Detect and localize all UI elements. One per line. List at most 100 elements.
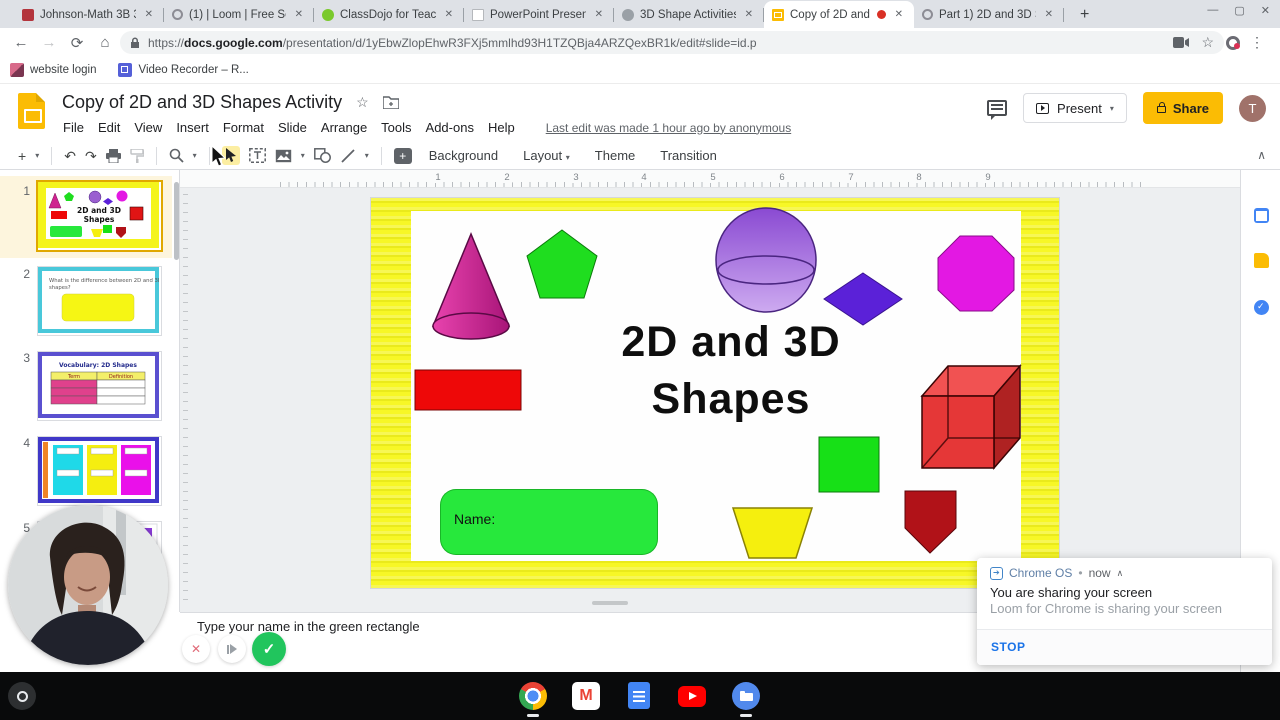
rectangle-shape[interactable] (414, 369, 522, 411)
docs-app-icon[interactable] (625, 682, 653, 710)
move-folder-icon[interactable] (382, 96, 399, 109)
zoom-icon[interactable] (169, 148, 184, 163)
browser-tab-johnson-math[interactable]: Johnson-Math 3B 3B J ✕ (14, 1, 164, 28)
gmail-app-icon[interactable]: M (572, 682, 600, 710)
menu-insert[interactable]: Insert (169, 117, 216, 138)
slide-thumbnail-1[interactable]: 2D and 3D Shapes (38, 182, 161, 250)
minimize-icon[interactable]: — (1207, 4, 1218, 17)
account-avatar[interactable]: T (1239, 94, 1266, 122)
collapse-toolbar-icon[interactable]: ∧ (1257, 148, 1266, 162)
slide-thumbnail-4[interactable] (38, 437, 161, 505)
browser-tab-part1[interactable]: Part 1) 2D and 3D Shap ✕ (914, 1, 1064, 28)
launcher-button[interactable] (8, 682, 36, 710)
new-slide-icon[interactable]: + (18, 149, 26, 163)
restore-icon[interactable]: ▢ (1234, 4, 1244, 17)
transition-button[interactable]: Transition (652, 144, 725, 167)
trapezoid-shape[interactable] (731, 507, 814, 559)
bookmark-star-icon[interactable]: ☆ (1201, 34, 1214, 51)
google-slides-logo[interactable] (18, 93, 45, 129)
calendar-icon[interactable] (1254, 208, 1269, 223)
browser-menu-icon[interactable]: ⋮ (1242, 34, 1272, 51)
menu-help[interactable]: Help (481, 117, 522, 138)
loom-cancel-button[interactable]: ✕ (182, 635, 210, 663)
close-window-icon[interactable]: ✕ (1261, 4, 1270, 17)
sphere-shape[interactable] (715, 207, 817, 313)
pentagon-shape[interactable] (526, 229, 598, 299)
layout-button[interactable]: Layout ▾ (515, 144, 578, 167)
tab-close-icon[interactable]: ✕ (442, 8, 456, 21)
back-icon[interactable]: ← (8, 34, 34, 51)
text-box-icon[interactable] (248, 148, 266, 163)
reload-icon[interactable]: ⟳ (64, 34, 90, 52)
filmstrip-scrollbar[interactable] (174, 182, 179, 260)
webcam-overlay[interactable] (8, 505, 168, 665)
keep-notes-icon[interactable] (1254, 253, 1269, 268)
slide-thumbnail-3[interactable]: Vocabulary: 2D Shapes Term Definition (38, 352, 161, 420)
browser-tab-active-copy-of-2d-3d[interactable]: Copy of 2D and 3D ✕ (764, 1, 914, 28)
loom-restart-button[interactable] (218, 635, 246, 663)
menu-view[interactable]: View (127, 117, 169, 138)
tab-close-icon[interactable]: ✕ (742, 8, 756, 21)
slide-page[interactable]: 2D and 3D Shapes Name: (371, 198, 1059, 588)
tab-close-icon[interactable]: ✕ (592, 8, 606, 21)
files-app-icon[interactable] (732, 682, 760, 710)
menu-file[interactable]: File (56, 117, 91, 138)
camera-icon[interactable] (1173, 37, 1190, 48)
cube-shape[interactable] (920, 363, 1022, 471)
tab-close-icon[interactable]: ✕ (142, 8, 156, 21)
octagon-shape[interactable] (937, 235, 1015, 312)
youtube-app-icon[interactable] (678, 682, 706, 710)
menu-edit[interactable]: Edit (91, 117, 127, 138)
document-title[interactable]: Copy of 2D and 3D Shapes Activity (62, 92, 342, 113)
present-caret-icon[interactable]: ▾ (1110, 104, 1114, 113)
insert-image-icon[interactable] (275, 149, 292, 163)
undo-icon[interactable]: ↶ (64, 149, 76, 163)
tab-close-icon[interactable]: ✕ (892, 8, 906, 21)
comments-icon[interactable] (987, 100, 1008, 120)
bookmark-website-login[interactable]: website login (10, 63, 96, 77)
zoom-caret-icon[interactable]: ▾ (193, 151, 197, 160)
new-slide-caret-icon[interactable]: ▾ (35, 151, 39, 160)
cone-shape[interactable] (431, 232, 511, 340)
browser-tab-loom[interactable]: (1) | Loom | Free Scree ✕ (164, 1, 314, 28)
new-tab-button[interactable]: + (1074, 6, 1095, 28)
insert-shape-icon[interactable] (313, 148, 331, 163)
insert-chart-icon[interactable]: + (393, 147, 412, 164)
present-button[interactable]: Present ▾ (1023, 93, 1127, 123)
image-caret-icon[interactable]: ▾ (301, 151, 305, 160)
screen-share-notification[interactable]: Chrome OS • now ∧ You are sharing your s… (977, 558, 1272, 665)
tab-close-icon[interactable]: ✕ (1042, 8, 1056, 21)
insert-line-icon[interactable] (340, 148, 356, 164)
arrow-pentagon-shape[interactable] (904, 490, 957, 554)
stop-sharing-button[interactable]: STOP (991, 640, 1025, 654)
slide-title[interactable]: 2D and 3D Shapes (541, 314, 921, 428)
speaker-notes-text[interactable]: Type your name in the green rectangle (197, 619, 420, 634)
line-caret-icon[interactable]: ▾ (365, 151, 369, 160)
last-edit-link[interactable]: Last edit was made 1 hour ago by anonymo… (546, 121, 791, 135)
browser-tab-3d-shapes[interactable]: 3D Shape Activities - Fi ✕ (614, 1, 764, 28)
name-entry-box[interactable]: Name: (440, 489, 658, 555)
menu-tools[interactable]: Tools (374, 117, 418, 138)
address-bar[interactable]: https://docs.google.com/presentation/d/1… (120, 31, 1224, 54)
menu-addons[interactable]: Add-ons (419, 117, 481, 138)
browser-tab-classdojo[interactable]: ClassDojo for Teachers ✕ (314, 1, 464, 28)
tab-close-icon[interactable]: ✕ (292, 8, 306, 21)
paint-format-icon[interactable] (129, 148, 144, 163)
star-document-icon[interactable]: ☆ (356, 94, 369, 111)
forward-icon[interactable]: → (36, 34, 62, 51)
print-icon[interactable] (105, 148, 121, 163)
loom-finish-button[interactable]: ✓ (252, 632, 286, 666)
collapse-notification-icon[interactable]: ∧ (1117, 568, 1124, 579)
menu-slide[interactable]: Slide (271, 117, 314, 138)
bookmark-video-recorder[interactable]: Video Recorder – R... (118, 63, 249, 77)
share-button[interactable]: Share (1142, 92, 1223, 124)
canvas-scrollbar[interactable] (592, 601, 628, 605)
chrome-app-icon[interactable] (519, 682, 547, 710)
loom-extension-icon[interactable] (1226, 35, 1240, 50)
background-button[interactable]: Background (421, 144, 506, 167)
browser-tab-powerpoint[interactable]: PowerPoint Presentatio ✕ (464, 1, 614, 28)
redo-icon[interactable]: ↷ (85, 149, 97, 163)
home-icon[interactable]: ⌂ (92, 34, 118, 51)
square-shape[interactable] (818, 436, 880, 493)
tasks-icon[interactable] (1254, 300, 1269, 315)
